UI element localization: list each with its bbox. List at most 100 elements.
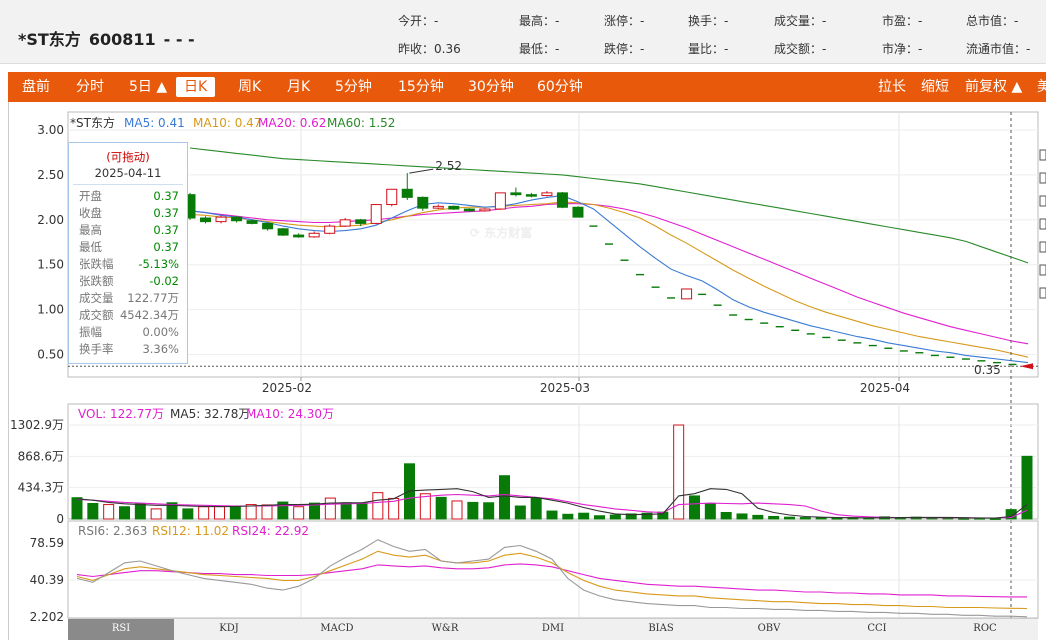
volume-bar[interactable]	[419, 493, 431, 520]
volume-bar[interactable]	[229, 505, 241, 520]
candle[interactable]	[370, 204, 382, 224]
candle[interactable]	[262, 222, 274, 230]
indicator-tab-roc[interactable]: ROC	[932, 619, 1038, 640]
indicator-tab-dmi[interactable]: DMI	[500, 619, 606, 640]
candle[interactable]	[479, 208, 491, 212]
volume-bar[interactable]	[214, 505, 225, 520]
candle[interactable]	[463, 208, 475, 212]
volume-bar[interactable]	[451, 500, 463, 520]
side-checkbox[interactable]	[1039, 149, 1046, 161]
volume-bar[interactable]	[87, 502, 99, 520]
tooltip-value: -5.13%	[138, 257, 179, 271]
kline-y-tick: 2.00	[37, 213, 64, 227]
candle[interactable]	[401, 188, 413, 198]
candle[interactable]	[246, 220, 258, 224]
volume-bar[interactable]	[340, 502, 352, 520]
indicator-tab-obv[interactable]: OBV	[716, 619, 822, 640]
candle[interactable]	[355, 219, 367, 224]
candle[interactable]	[308, 232, 320, 238]
volume-bar[interactable]	[831, 517, 843, 520]
volume-bar[interactable]	[71, 497, 83, 520]
volume-bar[interactable]	[499, 475, 510, 520]
indicator-tab-bias[interactable]: BIAS	[608, 619, 714, 640]
candle[interactable]	[231, 216, 243, 222]
candle[interactable]	[324, 225, 336, 234]
kline-legend-ma2: MA20: 0.62	[258, 116, 326, 130]
volume-bar[interactable]	[958, 517, 970, 520]
volume-bar[interactable]	[435, 496, 447, 520]
volume-bar[interactable]	[784, 516, 795, 520]
tooltip-value: 0.37	[153, 223, 179, 237]
tooltip-key: 成交额	[79, 308, 114, 322]
candle[interactable]	[541, 192, 553, 197]
volume-bar[interactable]	[815, 517, 827, 520]
candle[interactable]	[386, 188, 398, 206]
volume-bar[interactable]	[530, 497, 542, 520]
candle[interactable]	[277, 228, 289, 236]
volume-y-tick: 1302.9万	[10, 418, 64, 432]
indicator-tab-kdj[interactable]: KDJ	[176, 619, 282, 640]
volume-bar[interactable]	[198, 506, 210, 520]
ma10-line	[189, 201, 1029, 358]
indicator-tabs: RSI KDJ MACD W&R DMI BIAS OBV CCI ROC	[68, 618, 1038, 640]
last-price-arrow-icon	[1020, 363, 1033, 370]
indicator-tab-w-r[interactable]: W&R	[392, 619, 498, 640]
indicator-tab-cci[interactable]: CCI	[824, 619, 930, 640]
candle[interactable]	[556, 192, 568, 208]
side-checkbox[interactable]	[1039, 172, 1046, 184]
tooltip-key: 收盘	[79, 206, 102, 220]
side-checkbox[interactable]	[1039, 264, 1046, 276]
volume-bar[interactable]	[119, 506, 130, 520]
volume-bar[interactable]	[103, 504, 115, 520]
indicator-tab-macd[interactable]: MACD	[284, 619, 390, 640]
ohlc-tooltip[interactable]: (可拖动) 2025-04-11 开盘 0.37 收盘 0.37 最高 0.37 最低 0.3…	[68, 142, 188, 364]
volume-bar[interactable]	[293, 506, 305, 520]
candle[interactable]	[339, 219, 351, 227]
tooltip-value: 3.36%	[142, 342, 179, 356]
volume-bar[interactable]	[134, 503, 146, 520]
volume-bar[interactable]	[799, 517, 811, 520]
volume-bar[interactable]	[609, 514, 621, 520]
candle[interactable]	[215, 216, 227, 223]
volume-bar[interactable]	[720, 512, 732, 520]
candle[interactable]	[448, 205, 460, 210]
volume-bar[interactable]	[324, 497, 336, 520]
volume-bar[interactable]	[467, 501, 479, 520]
volume-bar[interactable]	[245, 504, 257, 520]
candle[interactable]	[432, 205, 444, 209]
candle[interactable]	[572, 206, 584, 218]
volume-bar[interactable]	[578, 512, 590, 520]
volume-bar[interactable]	[546, 510, 558, 520]
side-checkbox[interactable]	[1039, 195, 1046, 207]
volume-bar[interactable]	[372, 492, 384, 520]
side-checkbox[interactable]	[1039, 241, 1046, 253]
volume-bar[interactable]	[562, 513, 574, 520]
candle[interactable]	[417, 196, 429, 209]
candle[interactable]	[525, 194, 537, 197]
volume-bar[interactable]	[1021, 455, 1033, 520]
side-checkbox[interactable]	[1039, 218, 1046, 230]
candle[interactable]	[200, 217, 212, 223]
candle[interactable]	[494, 192, 506, 210]
tooltip-row: 最低 0.37	[69, 239, 187, 256]
volume-bar[interactable]	[150, 508, 162, 520]
candle[interactable]	[510, 192, 522, 196]
volume-bar[interactable]	[483, 502, 495, 520]
volume-bar[interactable]	[182, 508, 194, 520]
candle[interactable]	[681, 288, 693, 300]
candle[interactable]	[293, 234, 305, 238]
side-checkbox[interactable]	[1039, 287, 1046, 299]
volume-bar[interactable]	[704, 503, 716, 520]
volume-bar[interactable]	[752, 514, 764, 520]
volume-bar[interactable]	[594, 515, 605, 520]
volume-bar[interactable]	[514, 505, 526, 520]
kline-legend-ma1: MA10: 0.47	[193, 116, 261, 130]
tooltip-value: 4542.34万	[119, 308, 179, 322]
volume-bar[interactable]	[356, 502, 368, 520]
indicator-tab-rsi[interactable]: RSI	[68, 619, 174, 640]
volume-bar[interactable]	[689, 495, 700, 520]
volume-bar[interactable]	[736, 513, 748, 520]
volume-bar[interactable]	[768, 515, 780, 520]
volume-bar[interactable]	[261, 504, 273, 520]
rsi-legend-2: RSI24: 22.92	[232, 524, 309, 538]
